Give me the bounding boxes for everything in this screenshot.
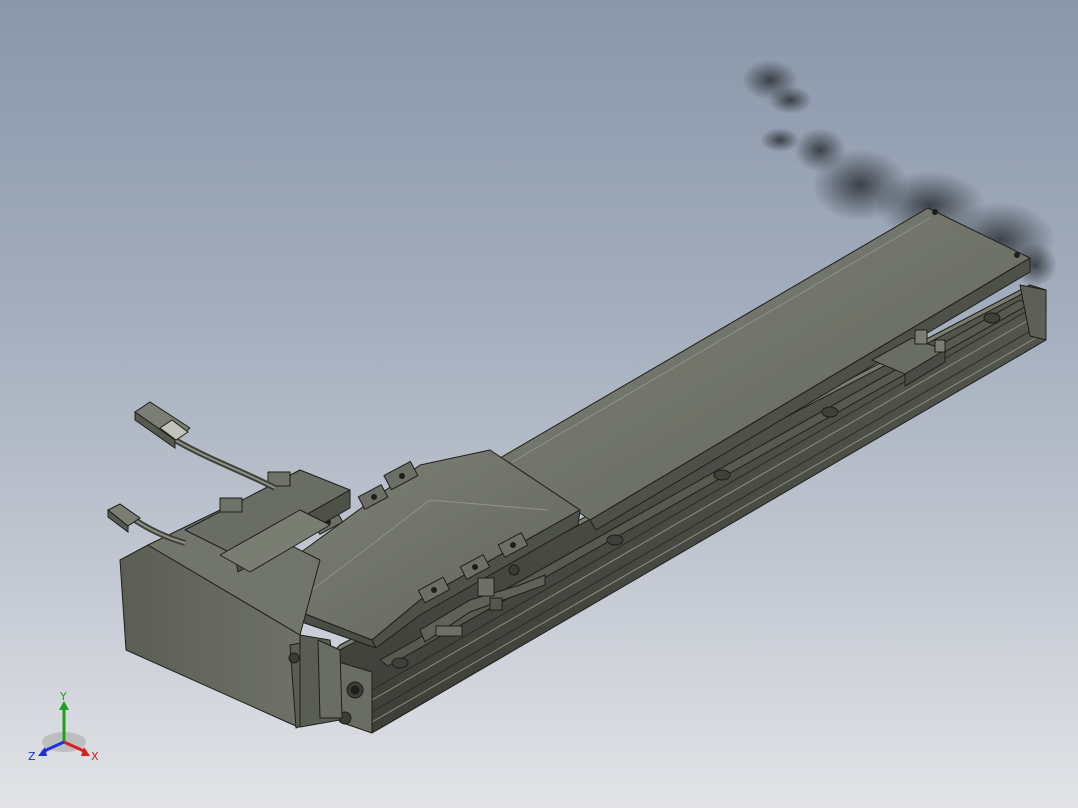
motor-coupling-housing[interactable]: [299, 634, 343, 728]
motor-cable-lower[interactable]: [107, 503, 186, 546]
cad-viewport[interactable]: Y X Z: [0, 0, 1078, 808]
motor-cable-upper[interactable]: [134, 401, 277, 491]
y-axis-label: Y: [59, 690, 67, 703]
x-axis-label: X: [91, 750, 99, 763]
3d-model-view[interactable]: [0, 0, 1078, 808]
orientation-triad[interactable]: Y X Z: [24, 690, 114, 780]
z-axis-arrowhead: [38, 747, 47, 756]
z-axis-label: Z: [28, 750, 36, 763]
